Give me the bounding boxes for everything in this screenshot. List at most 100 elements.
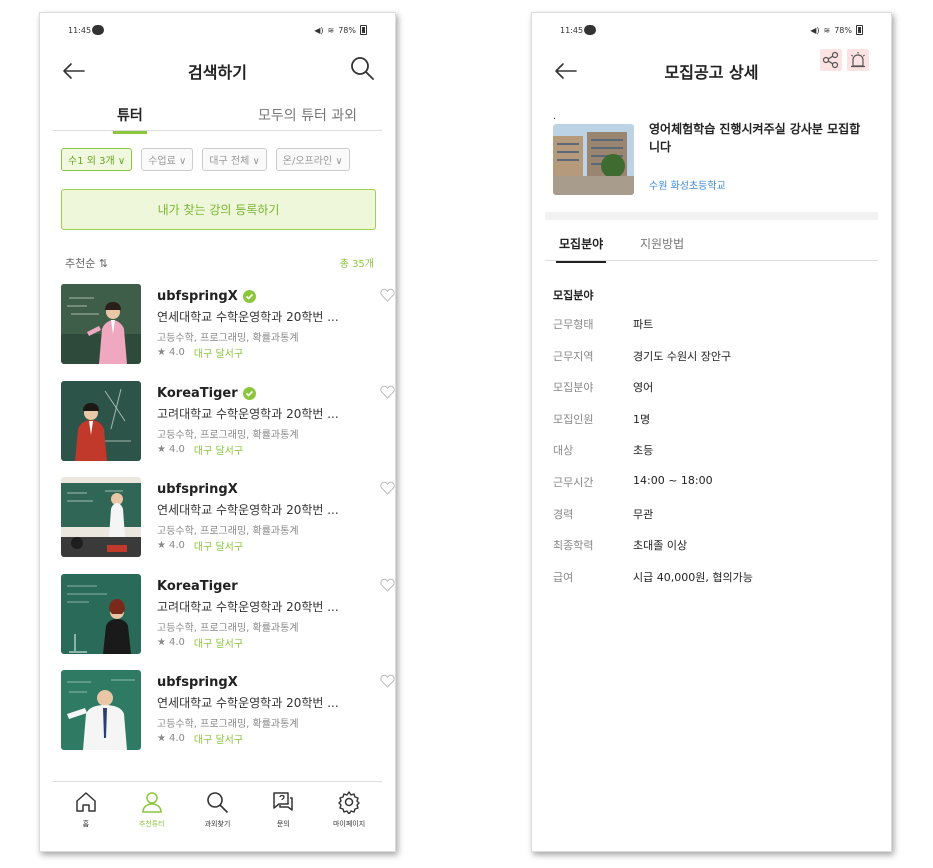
tutor-location: 대구 달서구 bbox=[193, 349, 244, 360]
tutor-subjects: 고등수학, 프로그래밍, 확률과통계 bbox=[157, 333, 299, 344]
tutor-name-row: ubfspringX bbox=[157, 289, 256, 304]
tutor-meta: ★ 4.0 대구 달서구 bbox=[157, 345, 243, 360]
tutor-meta: ★ 4.0 대구 달서구 bbox=[157, 731, 243, 746]
tutor-card[interactable]: KoreaTiger 고려대학교 수학운영학과 20학번 ... 고등수학, 프… bbox=[61, 380, 395, 478]
tutor-subjects: 고등수학, 프로그래밍, 확률과통계 bbox=[157, 526, 299, 537]
filter-subject[interactable]: 수1 외 3개 ∨ bbox=[61, 148, 133, 171]
nav-label: 홈 bbox=[82, 820, 90, 828]
wifi-icon: ≋ bbox=[327, 25, 335, 35]
nav-label: 마이페이지 bbox=[332, 820, 366, 828]
tutor-name-row: KoreaTiger bbox=[157, 386, 256, 401]
status-bar: 11:45 ◀) ≋ 78% bbox=[532, 25, 891, 39]
detail-tab-bar: 모집분야 지원방법 bbox=[545, 230, 878, 263]
job-summary: . 영어체험학습 진행시켜주실 강사분 모집합니다 수원 화성초등학교 bbox=[553, 111, 873, 206]
info-value: 1명 bbox=[633, 412, 651, 426]
info-row: 근무형태 파트 bbox=[553, 316, 873, 348]
info-key: 최종학력 bbox=[553, 539, 594, 553]
heart-icon[interactable] bbox=[380, 288, 395, 302]
tutor-name-row: ubfspringX bbox=[157, 482, 238, 497]
section-divider bbox=[545, 212, 878, 220]
filter-online[interactable]: 온/오프라인 ∨ bbox=[275, 148, 350, 171]
job-marker: . bbox=[553, 111, 557, 122]
battery-percent: 78% bbox=[834, 25, 852, 35]
tutor-subjects: 고등수학, 프로그래밍, 확률과통계 bbox=[157, 719, 299, 730]
wifi-icon: ≋ bbox=[823, 25, 831, 35]
tutor-name-row: KoreaTiger bbox=[157, 579, 238, 594]
tutor-card[interactable]: ubfspringX 연세대학교 수학운영학과 20학번 ... 고등수학, 프… bbox=[61, 670, 395, 767]
volume-icon: ◀) bbox=[810, 25, 820, 35]
star-icon: ★ bbox=[157, 540, 166, 551]
tutor-photo bbox=[61, 380, 141, 461]
battery-icon bbox=[856, 25, 863, 35]
info-value: 14:00 ~ 18:00 bbox=[633, 473, 713, 487]
nav-recommend-tutor[interactable]: 추천튜터 bbox=[119, 782, 185, 843]
filter-fee[interactable]: 수업료 ∨ bbox=[141, 148, 194, 171]
info-key: 경력 bbox=[553, 507, 574, 521]
heart-icon[interactable] bbox=[380, 674, 395, 688]
tutor-name: KoreaTiger bbox=[157, 578, 238, 594]
heart-icon[interactable] bbox=[380, 578, 395, 592]
status-right: ◀) ≋ 78% bbox=[314, 25, 367, 35]
search-screen: 11:45 ◀) ≋ 78% 검색하기 튜터 모두의 튜터 과외 수1 외 3개… bbox=[39, 12, 396, 852]
heart-icon[interactable] bbox=[380, 481, 395, 495]
info-row: 모집분야 영어 bbox=[553, 379, 873, 411]
tab-bar: 튜터 모두의 튜터 과외 bbox=[53, 103, 382, 134]
report-button[interactable] bbox=[847, 49, 869, 71]
tutor-location: 대구 달서구 bbox=[193, 638, 244, 650]
tab-everyone-tutor[interactable]: 모두의 튜터 과외 bbox=[258, 105, 357, 125]
tab-recruit-field[interactable]: 모집분야 bbox=[555, 235, 607, 263]
register-lecture-button[interactable]: 내가 찾는 강의 등록하기 bbox=[61, 189, 376, 230]
verified-check-icon bbox=[242, 386, 256, 400]
star-icon: ★ bbox=[157, 347, 166, 358]
info-row: 대상 초등 bbox=[553, 442, 873, 474]
tutor-subjects: 고등수학, 프로그래밍, 확률과통계 bbox=[157, 429, 299, 441]
tutor-name: KoreaTiger bbox=[157, 385, 238, 401]
battery-percent: 78% bbox=[338, 25, 356, 35]
tutor-description: 연세대학교 수학운영학과 20학번 ... bbox=[157, 503, 339, 517]
info-row: 경력 무관 bbox=[553, 506, 873, 538]
tutor-description: 연세대학교 수학운영학과 20학번 ... bbox=[157, 310, 339, 324]
gear-icon bbox=[338, 791, 360, 814]
school-name-link[interactable]: 수원 화성초등학교 bbox=[649, 177, 726, 192]
total-count: 총 35개 bbox=[339, 259, 374, 270]
info-value: 초대졸 이상 bbox=[633, 539, 688, 553]
tab-apply-method[interactable]: 지원방법 bbox=[640, 235, 684, 252]
share-button[interactable] bbox=[820, 49, 842, 71]
info-key: 근무시간 bbox=[553, 475, 594, 489]
tutor-card[interactable]: ubfspringX 연세대학교 수학운영학과 20학번 ... 고등수학, 프… bbox=[61, 284, 395, 381]
info-value: 무관 bbox=[633, 507, 654, 521]
filter-region[interactable]: 대구 전체 ∨ bbox=[202, 148, 267, 171]
nav-find-tutoring[interactable]: 과외찾기 bbox=[185, 782, 251, 843]
nav-inquiry[interactable]: 문의 bbox=[250, 782, 316, 843]
info-key: 근무형태 bbox=[553, 318, 594, 331]
tutor-location: 대구 달서구 bbox=[193, 445, 244, 457]
info-key: 모집분야 bbox=[553, 381, 594, 395]
search-icon[interactable] bbox=[349, 55, 375, 81]
home-icon bbox=[76, 792, 96, 812]
tab-tutor[interactable]: 튜터 bbox=[113, 105, 147, 134]
tutor-description: 연세대학교 수학운영학과 20학번 ... bbox=[157, 696, 339, 710]
section-title: 모집분야 bbox=[553, 289, 594, 302]
tutor-photo bbox=[61, 573, 141, 654]
battery-icon bbox=[360, 25, 367, 35]
message-icon bbox=[92, 25, 104, 35]
tutor-card[interactable]: KoreaTiger 고려대학교 수학운영학과 20학번 ... 고등수학, 프… bbox=[61, 573, 395, 671]
info-row: 모집인원 1명 bbox=[553, 411, 873, 443]
info-value: 초등 bbox=[633, 444, 654, 458]
tutor-card[interactable]: ubfspringX 연세대학교 수학운영학과 20학번 ... 고등수학, 프… bbox=[61, 477, 395, 574]
search-icon bbox=[207, 792, 229, 813]
tutor-meta: ★ 4.0 대구 달서구 bbox=[157, 442, 243, 457]
info-value: 경기도 수원시 장안구 bbox=[633, 349, 732, 363]
sort-button[interactable]: 추천순 ⇅ bbox=[65, 257, 108, 270]
nav-home[interactable]: 홈 bbox=[53, 782, 119, 843]
tutor-rating: 4.0 bbox=[168, 347, 185, 358]
heart-icon[interactable] bbox=[380, 385, 395, 399]
nav-label: 문의 bbox=[276, 820, 290, 828]
job-detail-screen: 11:45 ◀) ≋ 78% 모집공고 상세 . 영어체험학습 진행시켜주실 강… bbox=[531, 12, 892, 852]
share-icon bbox=[822, 51, 839, 69]
info-value: 시급 40,000원, 협의가능 bbox=[633, 570, 753, 584]
nav-mypage[interactable]: 마이페이지 bbox=[316, 782, 382, 843]
info-table: 근무형태 파트 근무지역 경기도 수원시 장안구 모집분야 영어 모집인원 1명 대상 초… bbox=[553, 316, 873, 600]
tutor-name: ubfspringX bbox=[157, 289, 238, 304]
person-icon bbox=[141, 792, 162, 813]
